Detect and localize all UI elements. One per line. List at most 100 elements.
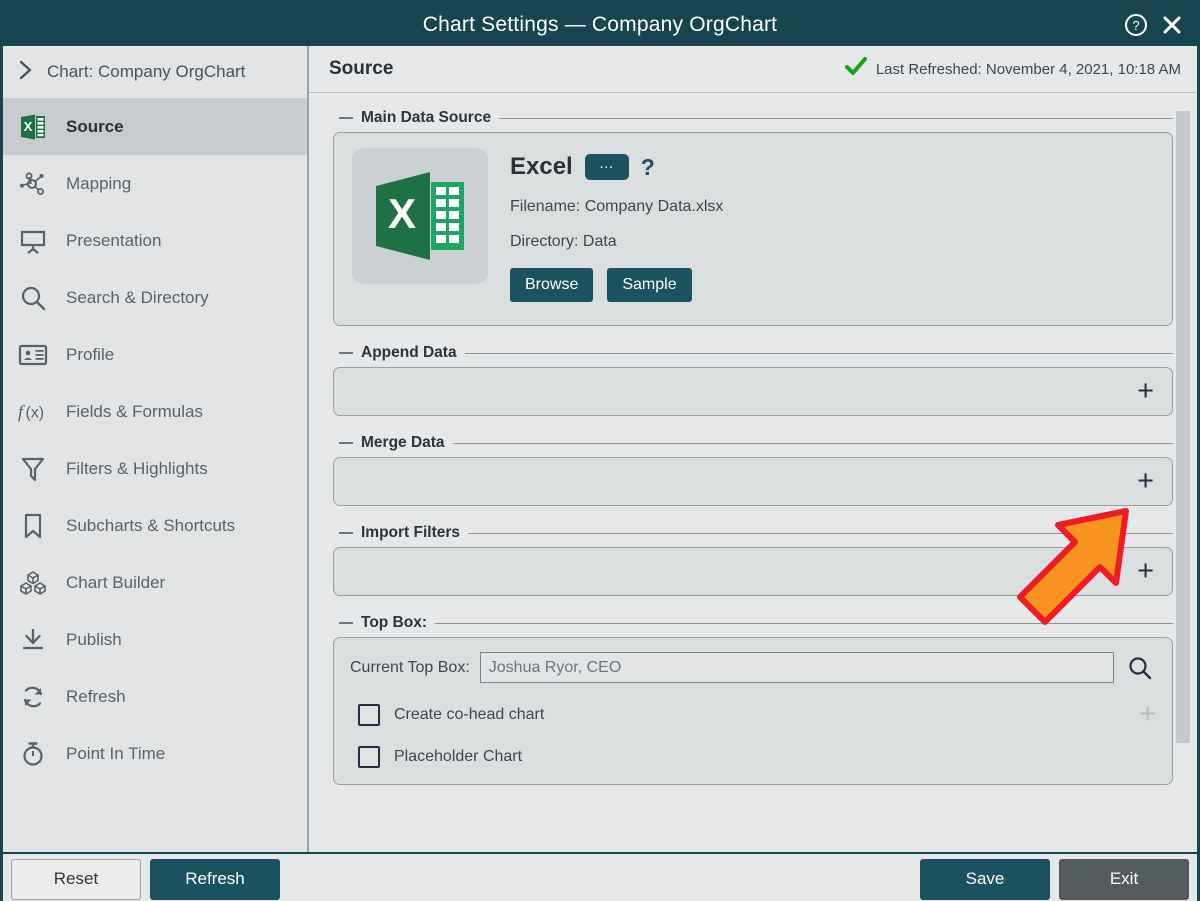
sidebar-item-label: Filters & Highlights bbox=[66, 458, 208, 478]
placeholder-chart-label: Placeholder Chart bbox=[394, 748, 523, 765]
create-cohead-chart-checkbox[interactable] bbox=[358, 703, 380, 726]
sidebar-item-source[interactable]: X Source bbox=[3, 98, 307, 155]
chart-settings-dialog: Chart Settings — Company OrgChart ? Char… bbox=[0, 0, 1200, 901]
top-box-search-icon[interactable] bbox=[1124, 654, 1156, 682]
sidebar-item-point-in-time[interactable]: Point In Time bbox=[3, 725, 307, 782]
group-title: Append Data bbox=[361, 344, 457, 361]
sidebar-item-label: Mapping bbox=[66, 173, 132, 193]
content-header: Source Last Refreshed: November 4, 2021,… bbox=[309, 46, 1197, 93]
svg-text:(x): (x) bbox=[25, 404, 44, 421]
magnifier-icon bbox=[17, 282, 49, 314]
sidebar-item-search-directory[interactable]: Search & Directory bbox=[3, 269, 307, 326]
main-data-source-group: Main Data Source X Excel … ? Filename: C… bbox=[333, 109, 1173, 326]
funnel-icon bbox=[17, 453, 49, 485]
node-graph-icon bbox=[17, 168, 49, 200]
sidebar-item-label: Chart Builder bbox=[66, 572, 166, 592]
group-rule bbox=[468, 532, 1173, 534]
group-dash bbox=[339, 532, 353, 534]
projector-screen-icon bbox=[17, 225, 49, 257]
current-top-box-input[interactable] bbox=[479, 652, 1114, 683]
bookmark-icon bbox=[17, 510, 49, 542]
refresh-cycle-icon bbox=[17, 681, 49, 713]
source-type-row: Excel … ? bbox=[510, 153, 723, 181]
top-box-panel: Current Top Box: Joshua Ryor, CEO Create… bbox=[333, 637, 1173, 785]
merge-data-add-button[interactable]: + bbox=[1137, 467, 1154, 496]
settings-scroll-area: Main Data Source X Excel … ? Filename: C… bbox=[309, 93, 1197, 852]
group-dash bbox=[339, 622, 353, 624]
group-rule bbox=[435, 622, 1173, 624]
sidebar-item-label: Point In Time bbox=[66, 743, 166, 763]
main-data-source-panel: X Excel … ? Filename: Company Data.xlsx … bbox=[333, 132, 1173, 326]
placeholder-chart-row: Placeholder Chart bbox=[350, 746, 1156, 768]
main-data-source-info: Excel … ? Filename: Company Data.xlsx Di… bbox=[510, 148, 723, 307]
import-filters-panel: + bbox=[333, 547, 1173, 596]
refresh-button[interactable]: Refresh bbox=[150, 858, 280, 900]
merge-data-panel: + bbox=[333, 457, 1173, 506]
function-fx-icon: f (x) bbox=[17, 396, 49, 428]
sidebar-item-subcharts-shortcuts[interactable]: Subcharts & Shortcuts bbox=[3, 497, 307, 554]
placeholder-chart-checkbox[interactable] bbox=[358, 746, 380, 768]
page-title: Source bbox=[329, 58, 394, 79]
dialog-body: Chart: Company OrgChart X Source Mapping… bbox=[3, 46, 1197, 852]
group-header: Append Data bbox=[333, 344, 1173, 362]
group-title: Main Data Source bbox=[361, 109, 492, 126]
green-check-icon bbox=[844, 56, 867, 82]
sidebar-item-chart-builder[interactable]: Chart Builder bbox=[3, 554, 307, 611]
group-title: Import Filters bbox=[361, 524, 461, 541]
window-title: Chart Settings — Company OrgChart bbox=[422, 12, 778, 36]
group-rule bbox=[452, 442, 1173, 444]
svg-text:X: X bbox=[24, 119, 33, 134]
group-header: Main Data Source bbox=[333, 109, 1173, 127]
excel-file-icon: X bbox=[17, 111, 49, 143]
current-top-box-row: Current Top Box: bbox=[350, 652, 1156, 683]
sidebar-item-refresh[interactable]: Refresh bbox=[3, 668, 307, 725]
breadcrumb-label: Chart: Company OrgChart bbox=[47, 62, 246, 81]
sidebar: Chart: Company OrgChart X Source Mapping… bbox=[3, 46, 309, 852]
content-pane: Source Last Refreshed: November 4, 2021,… bbox=[309, 46, 1197, 852]
sidebar-item-profile[interactable]: Profile bbox=[3, 326, 307, 383]
source-help-icon[interactable]: ? bbox=[641, 154, 655, 181]
last-refreshed-status: Last Refreshed: November 4, 2021, 10:18 … bbox=[844, 56, 1181, 82]
excel-logo-icon: X bbox=[352, 148, 488, 284]
sidebar-item-presentation[interactable]: Presentation bbox=[3, 212, 307, 269]
svg-text:?: ? bbox=[1132, 18, 1139, 33]
breadcrumb[interactable]: Chart: Company OrgChart bbox=[3, 46, 307, 98]
last-refreshed-text: Last Refreshed: November 4, 2021, 10:18 … bbox=[875, 60, 1181, 78]
sidebar-item-filters-highlights[interactable]: Filters & Highlights bbox=[3, 440, 307, 497]
source-options-button[interactable]: … bbox=[584, 154, 629, 180]
group-rule bbox=[464, 352, 1173, 354]
close-x-icon[interactable] bbox=[1161, 14, 1183, 36]
group-title: Merge Data bbox=[361, 434, 445, 451]
append-data-group: Append Data + bbox=[333, 344, 1173, 416]
sidebar-nav: X Source Mapping Presentation Search & D… bbox=[3, 98, 307, 782]
group-title: Top Box: bbox=[361, 614, 428, 631]
import-filters-add-button[interactable]: + bbox=[1137, 557, 1154, 586]
title-bar: Chart Settings — Company OrgChart ? bbox=[3, 3, 1197, 46]
footer-bar: Reset Refresh Save Exit bbox=[3, 852, 1197, 901]
sidebar-item-publish[interactable]: Publish bbox=[3, 611, 307, 668]
download-tray-icon bbox=[17, 624, 49, 656]
sidebar-item-fields-formulas[interactable]: f (x) Fields & Formulas bbox=[3, 383, 307, 440]
sidebar-item-label: Fields & Formulas bbox=[66, 401, 203, 421]
question-circle-icon[interactable]: ? bbox=[1124, 13, 1148, 37]
reset-button[interactable]: Reset bbox=[11, 858, 141, 900]
svg-text:X: X bbox=[388, 190, 416, 237]
exit-button[interactable]: Exit bbox=[1059, 858, 1189, 900]
browse-button[interactable]: Browse bbox=[510, 268, 594, 302]
group-dash bbox=[339, 117, 353, 119]
group-header: Merge Data bbox=[333, 434, 1173, 452]
sidebar-item-label: Subcharts & Shortcuts bbox=[66, 515, 236, 535]
group-dash bbox=[339, 352, 353, 354]
save-button[interactable]: Save bbox=[920, 858, 1050, 900]
cubes-icon bbox=[17, 567, 49, 599]
append-data-add-button[interactable]: + bbox=[1137, 377, 1154, 406]
vertical-scrollbar-thumb[interactable] bbox=[1176, 111, 1190, 743]
sample-button[interactable]: Sample bbox=[607, 268, 692, 302]
merge-data-group: Merge Data + bbox=[333, 434, 1173, 506]
group-rule bbox=[499, 117, 1173, 119]
top-box-add-button[interactable]: + bbox=[1139, 700, 1156, 729]
create-cohead-chart-row: Create co-head chart + bbox=[350, 700, 1156, 729]
top-box-group: Top Box: Current Top Box: Joshua Ryor, C… bbox=[333, 614, 1173, 785]
sidebar-item-mapping[interactable]: Mapping bbox=[3, 155, 307, 212]
current-top-box-label: Current Top Box: bbox=[350, 658, 470, 676]
